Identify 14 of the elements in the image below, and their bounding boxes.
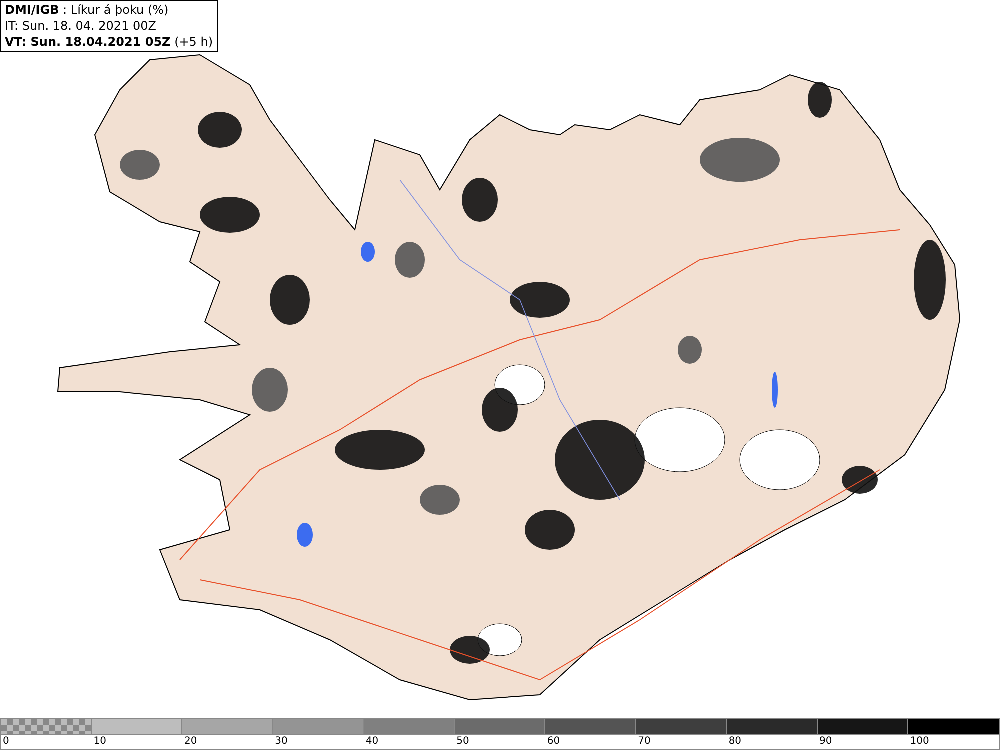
scale-tick-label: 50	[456, 735, 470, 749]
scale-tick-label: 100	[909, 735, 930, 749]
scale-tick-label: 30	[274, 735, 289, 749]
scale-tick-label: 60	[546, 735, 562, 749]
info-text: DMI/IGB : Líkur á þoku (%)	[5, 2, 170, 18]
scale-tick-label: 90	[818, 735, 834, 749]
scale-tick-label: 10	[92, 735, 108, 749]
scale-tick-label: 40	[364, 735, 380, 749]
scale-tick-label: 80	[728, 735, 743, 749]
scale-tick-label: 0	[2, 735, 10, 749]
info-text: IT: Sun. 18. 04. 2021 00Z	[5, 18, 158, 34]
scale-tick-label: 70	[637, 735, 652, 749]
scale-tick-label: 20	[183, 735, 198, 749]
info-text: VT: Sun. 18.04.2021 05Z (+5 h)	[5, 34, 214, 50]
